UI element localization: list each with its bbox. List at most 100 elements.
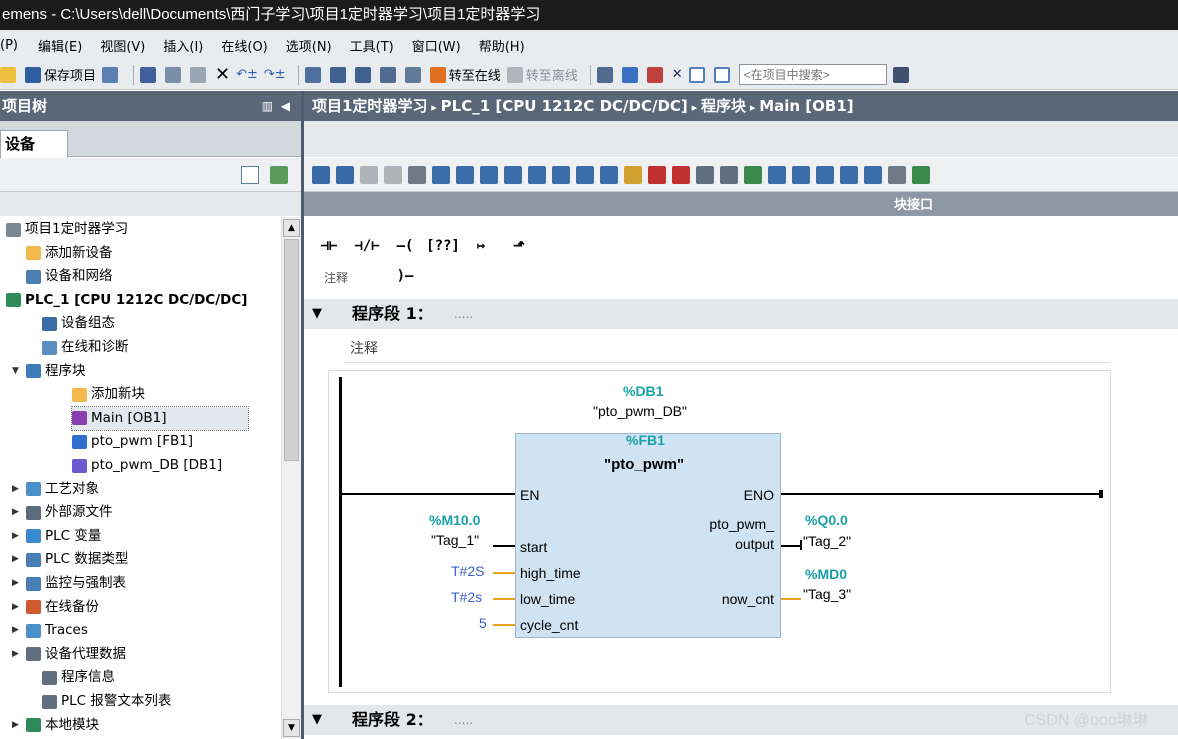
- compile-button[interactable]: [304, 64, 324, 86]
- network-2-title-field[interactable]: .....: [454, 705, 473, 735]
- tree-item[interactable]: 项目1定时器学习: [6, 218, 128, 241]
- output-operand-tag[interactable]: "Tag_2": [803, 533, 851, 549]
- editor-tool-icon[interactable]: [456, 165, 474, 184]
- expanded-arrow-icon[interactable]: ▼: [12, 360, 26, 383]
- editor-tool-icon[interactable]: [576, 165, 594, 184]
- simulation-button[interactable]: [379, 64, 399, 86]
- ladder-element-2[interactable]: –( )–: [388, 231, 422, 284]
- go-offline-button[interactable]: 转至离线: [506, 64, 578, 86]
- go-online-button[interactable]: 转至在线: [429, 64, 501, 86]
- editor-tool-icon[interactable]: [312, 165, 330, 184]
- pane-layout-icon[interactable]: ▥: [262, 99, 273, 113]
- menu-item-1[interactable]: 编辑(E): [38, 36, 82, 55]
- editor-tool-icon[interactable]: [360, 165, 378, 184]
- menu-item-3[interactable]: 插入(I): [163, 36, 203, 55]
- tree-item[interactable]: 在线和诊断: [42, 336, 129, 359]
- ladder-element-5[interactable]: ⬏: [502, 231, 536, 261]
- editor-tool-icon[interactable]: [384, 165, 402, 184]
- editor-tool-icon[interactable]: [504, 165, 522, 184]
- help-button[interactable]: [596, 64, 616, 86]
- menu-item-7[interactable]: 窗口(W): [412, 36, 461, 55]
- editor-tool-icon[interactable]: [720, 165, 738, 184]
- editor-tool-icon[interactable]: [864, 165, 882, 184]
- ladder-element-1[interactable]: ⊣/⊢: [350, 231, 384, 261]
- tree-item[interactable]: ▶ Traces: [12, 619, 88, 642]
- tree-scrollbar[interactable]: ▲ ▼: [281, 217, 301, 739]
- collapsed-arrow-icon[interactable]: ▶: [12, 525, 26, 548]
- stop-cpu-button[interactable]: [646, 64, 666, 86]
- tree-item[interactable]: PLC 报警文本列表: [42, 690, 171, 713]
- search-button[interactable]: [892, 64, 912, 86]
- editor-tool-icon[interactable]: [696, 165, 714, 184]
- db-name[interactable]: "pto_pwm_DB": [593, 403, 687, 419]
- download-button[interactable]: [329, 64, 349, 86]
- tree-item[interactable]: ▶ 设备代理数据: [12, 643, 126, 666]
- breadcrumb-item[interactable]: Main [OB1]: [759, 97, 853, 115]
- start-cpu-button[interactable]: [621, 64, 641, 86]
- tree-item[interactable]: 程序信息: [42, 666, 115, 689]
- network-1-comment[interactable]: 注释: [344, 335, 1110, 363]
- tree-item[interactable]: ▶ 监控与强制表: [12, 572, 126, 595]
- menu-item-6[interactable]: 工具(T): [350, 36, 394, 55]
- tree-item[interactable]: ▼ 程序块: [12, 360, 86, 383]
- menu-item-4[interactable]: 在线(O): [221, 36, 267, 55]
- output-operand-address[interactable]: %Q0.0: [805, 512, 848, 528]
- ladder-element-4[interactable]: ↦: [464, 231, 498, 261]
- collapsed-arrow-icon[interactable]: ▶: [12, 548, 26, 571]
- tree-item[interactable]: ▶ 在线备份: [12, 596, 99, 619]
- menu-item-5[interactable]: 选项(N): [286, 36, 332, 55]
- editor-tool-icon[interactable]: [744, 165, 762, 184]
- collapsed-arrow-icon[interactable]: ▶: [12, 619, 26, 642]
- open-project-button[interactable]: [0, 64, 19, 86]
- editor-tool-icon[interactable]: [600, 165, 618, 184]
- scroll-thumb[interactable]: [284, 239, 299, 461]
- tree-item[interactable]: ▼PLC_1 [CPU 1212C DC/DC/DC]: [0, 289, 247, 312]
- menu-item-8[interactable]: 帮助(H): [479, 36, 525, 55]
- cycle-cnt-value[interactable]: 5: [479, 615, 487, 631]
- collapse-network-icon[interactable]: ▼: [312, 299, 322, 329]
- network-1-title-field[interactable]: .....: [454, 299, 473, 329]
- tab-devices[interactable]: 设备: [0, 130, 68, 158]
- editor-tool-icon[interactable]: [816, 165, 834, 184]
- scroll-down-icon[interactable]: ▼: [283, 719, 300, 737]
- collapsed-arrow-icon[interactable]: ▶: [12, 478, 26, 501]
- ladder-element-0[interactable]: ⊣⊢: [312, 231, 346, 261]
- tree-view-icon[interactable]: [241, 166, 259, 184]
- editor-tool-icon[interactable]: [792, 165, 810, 184]
- scroll-up-icon[interactable]: ▲: [283, 219, 300, 237]
- collapsed-arrow-icon[interactable]: ▶: [12, 714, 26, 737]
- editor-tool-icon[interactable]: [432, 165, 450, 184]
- paste-button[interactable]: [190, 64, 209, 86]
- delete-button[interactable]: ✕: [215, 64, 230, 86]
- tree-item[interactable]: 设备和网络: [26, 265, 113, 288]
- tree-item[interactable]: Main [OB1]: [71, 405, 249, 431]
- tree-item[interactable]: ▶ PLC 变量: [12, 525, 101, 548]
- tree-item[interactable]: pto_pwm [FB1]: [72, 430, 193, 453]
- collapsed-arrow-icon[interactable]: ▶: [12, 596, 26, 619]
- project-search-input[interactable]: [738, 64, 887, 85]
- undo-button[interactable]: ↶±: [236, 64, 258, 86]
- tree-item[interactable]: ▶ 外部源文件: [12, 501, 113, 524]
- tree-item[interactable]: ▶ 本地模块: [12, 714, 99, 737]
- editor-tool-icon[interactable]: [672, 165, 690, 184]
- tree-item[interactable]: 设备组态: [42, 312, 115, 335]
- editor-tool-icon[interactable]: [648, 165, 666, 184]
- accessible-devices-button[interactable]: [404, 64, 424, 86]
- editor-tool-icon[interactable]: [336, 165, 354, 184]
- breadcrumb-item[interactable]: PLC_1 [CPU 1212C DC/DC/DC]: [441, 97, 688, 115]
- collapsed-arrow-icon[interactable]: ▶: [12, 643, 26, 666]
- block-interface-bar[interactable]: 块接口: [304, 192, 1178, 216]
- editor-tool-icon[interactable]: [768, 165, 786, 184]
- now-cnt-operand-tag[interactable]: "Tag_3": [803, 586, 851, 602]
- tree-item[interactable]: pto_pwm_DB [DB1]: [72, 454, 222, 477]
- now-cnt-operand-address[interactable]: %MD0: [805, 566, 847, 582]
- menu-item-0[interactable]: (P): [0, 38, 18, 53]
- high-time-value[interactable]: T#2S: [451, 563, 484, 579]
- editor-tool-icon[interactable]: [528, 165, 546, 184]
- breadcrumb-item[interactable]: 程序块: [701, 97, 746, 115]
- menu-item-2[interactable]: 视图(V): [100, 36, 145, 55]
- breadcrumb-item[interactable]: 项目1定时器学习: [312, 97, 427, 115]
- low-time-value[interactable]: T#2s: [451, 589, 482, 605]
- cut-button[interactable]: [140, 64, 159, 86]
- editor-tool-icon[interactable]: [552, 165, 570, 184]
